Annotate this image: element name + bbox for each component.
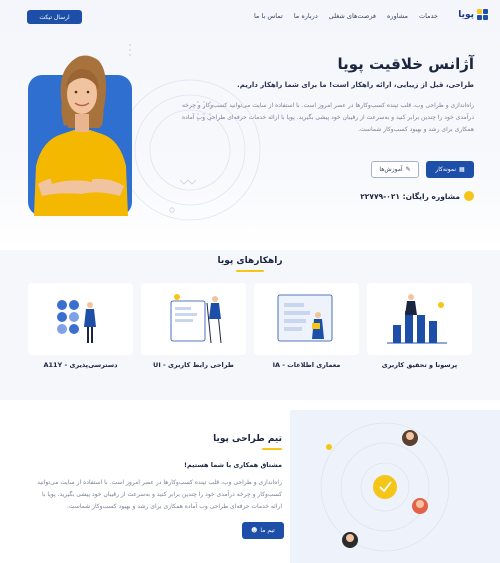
logo-text: پویا — [458, 9, 474, 20]
team-subtitle: مشتاق همکاری با شما هستیم! — [184, 461, 282, 469]
solution-label-persona: پرسونا و تحقیق کاربری — [381, 361, 458, 369]
team-description: راه‌اندازی و طراحی وب، قلب تپنده کسب‌وکا… — [37, 479, 282, 510]
logo[interactable]: پویا — [458, 9, 488, 20]
learning-button-label: آموزش‌ها — [379, 166, 403, 173]
ui-design-illustration — [170, 294, 222, 344]
team-title: تیم طراحی پویا — [213, 434, 282, 444]
information-architecture-illustration — [277, 294, 333, 342]
hero-title: آژانس خلاقیت پویا — [337, 55, 474, 73]
consult-label: مشاوره رایگان: ۰۲۱-۲۲۷۷۹ — [360, 191, 460, 201]
nav-item-contact[interactable]: تماس با ما — [254, 12, 283, 20]
nav-item-services[interactable]: خدمات — [419, 12, 438, 20]
hero-description: راه‌اندازی و طراحی وب، قلب تپنده کسب‌وکا… — [181, 102, 474, 133]
solution-label-a11y: دسترسی‌پذیری - A11Y — [43, 361, 118, 369]
our-team-button-label: تیم ما — [260, 527, 275, 534]
hero-actions: ▦ نمونه‌کار ✎ آموزش‌ها — [371, 161, 474, 178]
team-orbit-graphic — [320, 422, 450, 552]
book-icon: ✎ — [405, 166, 411, 173]
send-ticket-button[interactable]: ارسال تیکت — [27, 10, 82, 24]
solution-card-ui[interactable]: طراحی رابط کاربری - UI — [141, 283, 246, 369]
solution-card-a11y[interactable]: دسترسی‌پذیری - A11Y — [28, 283, 133, 369]
solution-label-ui: طراحی رابط کاربری - UI — [153, 361, 234, 369]
solutions-list: پرسونا و تحقیق کاربری معماری اطلاعات - I… — [28, 283, 472, 373]
solutions-title-underline — [236, 270, 264, 272]
solution-card-persona[interactable]: پرسونا و تحقیق کاربری — [367, 283, 472, 369]
accessibility-illustration — [57, 300, 96, 343]
team-title-underline — [262, 448, 282, 450]
persona-research-illustration — [387, 294, 447, 344]
main-nav: خدمات مشاوره فرصت‌های شغلی درباره ما تما… — [254, 12, 438, 20]
hero-content: آژانس خلاقیت پویا طراحی، قبل از زیبایی، … — [174, 55, 474, 136]
logo-icon — [477, 9, 488, 20]
grid-icon: ▦ — [459, 166, 465, 173]
users-icon: ☻ — [251, 527, 258, 534]
site-header: پویا خدمات مشاوره فرصت‌های شغلی درباره م… — [0, 0, 500, 34]
solution-label-ia: معماری اطلاعات - IA — [272, 361, 341, 369]
portfolio-button-label: نمونه‌کار — [435, 166, 457, 173]
solution-card-ia[interactable]: معماری اطلاعات - IA — [254, 283, 359, 369]
phone-icon — [464, 191, 474, 201]
free-consultation[interactable]: مشاوره رایگان: ۰۲۱-۲۲۷۷۹ — [360, 191, 474, 201]
hero-subtitle: طراحی، قبل از زیبایی، ارائه راهکار است! … — [237, 81, 474, 89]
learning-button[interactable]: ✎ آموزش‌ها — [371, 161, 419, 178]
portfolio-button[interactable]: ▦ نمونه‌کار — [426, 161, 474, 178]
our-team-button[interactable]: ☻ تیم ما — [242, 522, 284, 539]
nav-item-careers[interactable]: فرصت‌های شغلی — [329, 12, 376, 20]
solutions-title: راهکارهای پویا — [217, 256, 283, 266]
nav-item-consulting[interactable]: مشاوره — [387, 12, 408, 20]
nav-item-about[interactable]: درباره ما — [294, 12, 318, 20]
hero-person-image — [28, 55, 132, 216]
